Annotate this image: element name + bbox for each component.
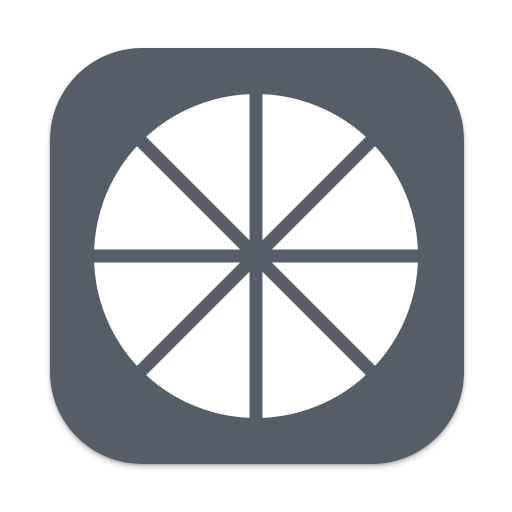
app-icon-tile[interactable]	[50, 48, 464, 464]
wheel-icon	[50, 48, 464, 464]
icon-canvas	[0, 0, 512, 512]
wheel-spokes	[84, 84, 428, 428]
